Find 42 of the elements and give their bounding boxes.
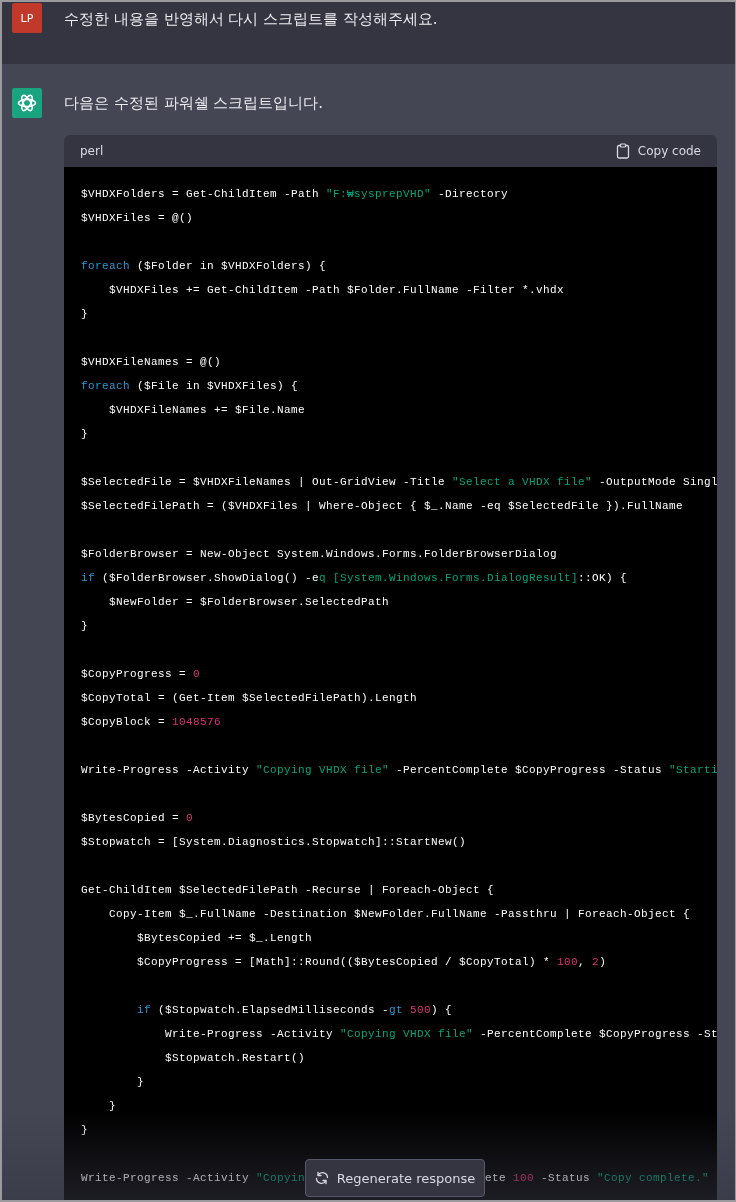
code-line: $VHDXFiles = @() xyxy=(81,211,194,226)
code-line: $SelectedFile = $VHDXFileNames | Out-GridView -Title "Select a VHDX file" -OutputMode Singl xyxy=(81,475,717,490)
code-line: $Stopwatch.Restart() xyxy=(164,1051,306,1066)
code-line: $SelectedFilePath = ($VHDXFiles | Where-Object { $_.Name -eq $SelectedFile }).FullName xyxy=(81,499,684,514)
code-line: foreach ($File in $VHDXFiles) { xyxy=(81,379,299,394)
code-line: ete 100 -Status "Copy complete." xyxy=(485,1171,710,1186)
code-line: $CopyProgress = 0 xyxy=(81,667,201,682)
code-line: $VHDXFolders = Get-ChildItem -Path "F:₩sysprepVHD" -Directory xyxy=(81,187,509,202)
code-line: $BytesCopied = 0 xyxy=(81,811,194,826)
code-line: } xyxy=(136,1075,144,1090)
knot-icon xyxy=(16,92,38,114)
code-line: $NewFolder = $FolderBrowser.SelectedPath xyxy=(108,595,390,610)
refresh-icon xyxy=(314,1171,329,1185)
code-line: $FolderBrowser = New-Object System.Windows.Forms.FolderBrowserDialog xyxy=(81,547,558,562)
clipboard-icon xyxy=(615,143,630,159)
code-line: Get-ChildItem $SelectedFilePath -Recurse | Foreach-Object { xyxy=(81,883,495,898)
regenerate-button[interactable]: Regenerate response xyxy=(305,1159,486,1197)
code-line: } xyxy=(81,619,88,634)
language-label: perl xyxy=(80,144,104,158)
user-avatar: LP xyxy=(12,3,42,33)
code-line: $VHDXFileNames += $File.Name xyxy=(108,403,306,418)
code-line: $BytesCopied += $_.Length xyxy=(136,931,313,946)
code-line: Copy-Item $_.FullName -Destination $NewFolder.FullName -Passthru | Foreach-Object { xyxy=(108,907,691,922)
message-text: 다음은 수정된 파워쉘 스크립트입니다. xyxy=(64,93,325,114)
code-line: $CopyProgress = [Math]::Round(($BytesCopied / $CopyTotal) * 100, 2) xyxy=(136,955,607,970)
code-line: $VHDXFileNames = @() xyxy=(81,355,222,370)
code-line: } xyxy=(81,307,88,322)
code-line: } xyxy=(108,1099,116,1114)
code-line: foreach ($Folder in $VHDXFolders) { xyxy=(81,259,327,274)
message-text: 수정한 내용을 반영해서 다시 스크립트를 작성해주세요. xyxy=(64,9,439,30)
code-line: } xyxy=(81,427,88,442)
code-line: Write-Progress -Activity "Copying VHDX file" -PercentComplete $CopyProgress -St xyxy=(164,1027,717,1042)
code-line: if ($Stopwatch.ElapsedMilliseconds -gt 500) { xyxy=(136,1003,453,1018)
code-line: Write-Progress -Activity "Copying VHDX file" -PercentComplete $CopyProgress -Status "Starti xyxy=(81,763,717,778)
code-line: if ($FolderBrowser.ShowDialog() -eq [System.Windows.Forms.DialogResult]::OK) { xyxy=(81,571,628,586)
code-line: } xyxy=(81,1123,88,1138)
code-line: $CopyTotal = (Get-Item $SelectedFilePath).Length xyxy=(81,691,418,706)
code-line: $CopyBlock = 1048576 xyxy=(81,715,222,730)
copy-code-button[interactable]: Copy code xyxy=(615,143,701,159)
code-line: $Stopwatch = [System.Diagnostics.Stopwatch]::StartNew() xyxy=(81,835,467,850)
code-line: $VHDXFiles += Get-ChildItem -Path $Folder.FullName -Filter *.vhdx xyxy=(108,283,565,298)
code-line: Write-Progress -Activity "Copyin xyxy=(81,1171,306,1186)
